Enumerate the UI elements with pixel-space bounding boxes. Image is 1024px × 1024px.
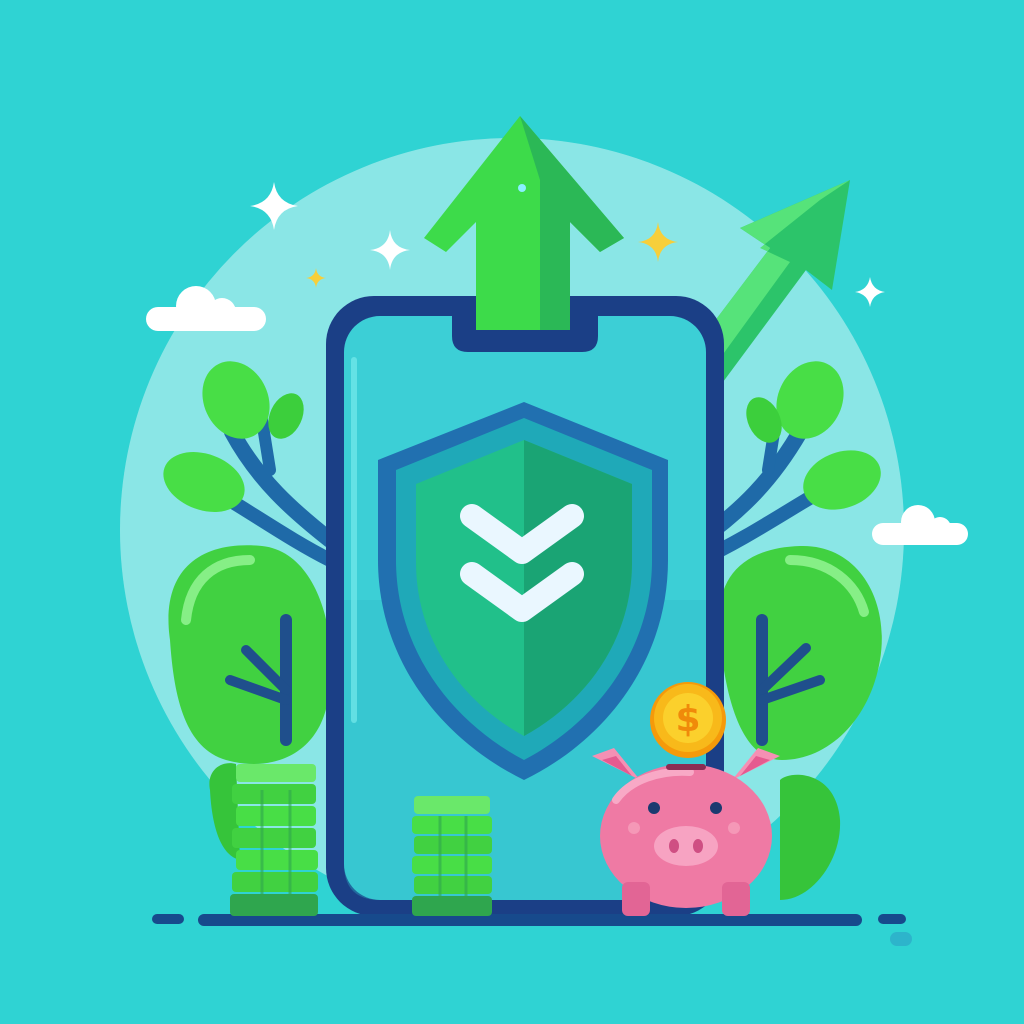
security-savings-illustration: $ (0, 0, 1024, 1024)
dollar-coin-icon: $ (650, 682, 726, 758)
coin-dollar-symbol: $ (675, 699, 700, 740)
coin-stack-icon (412, 796, 492, 916)
illustration-canvas: $ (0, 0, 1024, 1024)
